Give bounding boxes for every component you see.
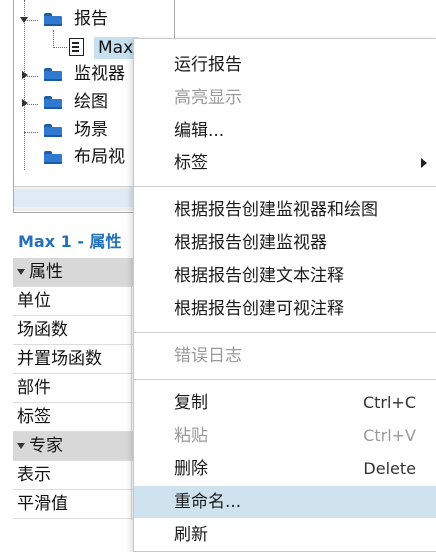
menu-item-rename[interactable]: 重命名... xyxy=(134,486,436,518)
report-document-icon xyxy=(69,38,84,56)
folder-icon xyxy=(44,68,62,81)
menu-item-tags[interactable]: 标签 xyxy=(134,147,436,179)
menu-item-run-report[interactable]: 运行报告 xyxy=(134,49,436,81)
menu-item-delete[interactable]: 删除 Delete xyxy=(134,453,436,485)
folder-icon xyxy=(44,151,62,164)
caret-right-icon[interactable] xyxy=(22,99,28,107)
caret-down-icon[interactable] xyxy=(20,17,28,23)
property-label: 专家 xyxy=(29,436,63,456)
tree-guide-line xyxy=(53,30,54,48)
menu-item-label: 根据报告创建文本注释 xyxy=(174,266,344,286)
chevron-right-icon xyxy=(421,158,427,168)
menu-item-shortcut: Ctrl+V xyxy=(363,426,416,445)
caret-right-icon[interactable] xyxy=(22,71,28,79)
menu-item-create-visual-annotation[interactable]: 根据报告创建可视注释 xyxy=(134,293,436,325)
menu-item-label: 根据报告创建监视器 xyxy=(174,233,327,253)
menu-separator xyxy=(134,332,436,333)
property-label: 表示 xyxy=(17,465,51,485)
tree-item-label: 布局视 xyxy=(74,147,125,167)
menu-item-paste[interactable]: 粘贴 Ctrl+V xyxy=(134,420,436,452)
tree-item-label: 报告 xyxy=(74,9,108,29)
menu-item-shortcut: Ctrl+C xyxy=(362,393,416,412)
menu-item-highlight[interactable]: 高亮显示 xyxy=(134,82,436,114)
folder-icon xyxy=(44,13,62,26)
folder-icon xyxy=(44,96,62,109)
menu-item-refresh[interactable]: 刷新 xyxy=(134,519,436,551)
menu-item-shortcut: Delete xyxy=(363,459,416,478)
caret-down-icon[interactable] xyxy=(17,269,25,275)
menu-item-label: 标签 xyxy=(174,153,208,173)
property-label: 部件 xyxy=(17,378,51,398)
menu-item-label: 高亮显示 xyxy=(174,88,242,108)
folder-icon xyxy=(44,124,62,137)
menu-item-label: 复制 xyxy=(174,393,208,413)
menu-item-copy[interactable]: 复制 Ctrl+C xyxy=(134,387,436,419)
menu-item-label: 粘贴 xyxy=(174,426,208,446)
context-menu: 运行报告 高亮显示 编辑... 标签 根据报告创建监视器和绘图 根据报告创建监视… xyxy=(133,38,436,552)
property-label: 场函数 xyxy=(17,320,68,340)
property-label: 属性 xyxy=(29,262,63,282)
menu-item-create-text-annotation[interactable]: 根据报告创建文本注释 xyxy=(134,260,436,292)
scrollbar-thumb[interactable] xyxy=(14,189,134,207)
property-label: 单位 xyxy=(17,291,51,311)
menu-item-label: 编辑... xyxy=(174,121,225,141)
menu-item-label: 刷新 xyxy=(174,525,208,545)
tree-guide-line xyxy=(24,0,25,170)
property-label: 标签 xyxy=(17,407,51,427)
caret-down-icon[interactable] xyxy=(17,443,25,449)
menu-item-label: 运行报告 xyxy=(174,55,242,75)
menu-item-edit[interactable]: 编辑... xyxy=(134,115,436,147)
menu-item-create-monitor-and-plot[interactable]: 根据报告创建监视器和绘图 xyxy=(134,194,436,226)
tree-item-label: 监视器 xyxy=(74,64,125,84)
menu-item-label: 根据报告创建监视器和绘图 xyxy=(174,200,378,220)
menu-item-label: 根据报告创建可视注释 xyxy=(174,299,344,319)
menu-separator xyxy=(134,379,436,380)
tree-item-label: 场景 xyxy=(74,120,108,140)
menu-separator xyxy=(134,186,436,187)
properties-title: Max 1 - 属性 xyxy=(18,232,122,251)
menu-item-label: 重命名... xyxy=(174,492,242,512)
menu-item-error-log[interactable]: 错误日志 xyxy=(134,340,436,372)
tree-guide-line xyxy=(53,47,67,48)
menu-item-label: 删除 xyxy=(174,459,208,479)
property-label: 平滑值 xyxy=(17,494,68,514)
tree-guide-line xyxy=(24,132,38,133)
menu-item-create-monitor[interactable]: 根据报告创建监视器 xyxy=(134,227,436,259)
menu-item-label: 错误日志 xyxy=(174,346,242,366)
tree-item-label: 绘图 xyxy=(74,92,108,112)
property-label: 并置场函数 xyxy=(17,349,102,369)
